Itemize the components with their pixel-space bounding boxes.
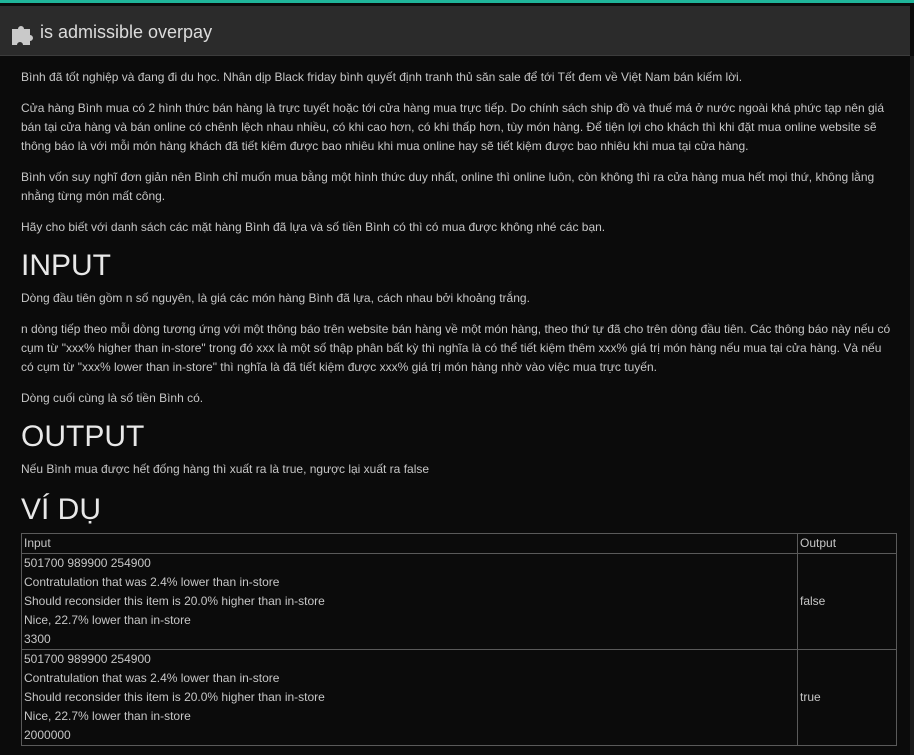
table-row: 501700 989900 254900 Contratulation that… — [21, 649, 897, 746]
input-line: 3300 — [24, 632, 51, 646]
title-bar[interactable]: is admissible overpay — [0, 6, 910, 56]
example-output-cell: false — [797, 553, 897, 650]
column-header-input: Input — [21, 533, 798, 554]
intro-paragraph: Cửa hàng Bình mua có 2 hình thức bán hàn… — [21, 101, 885, 153]
input-line: Should reconsider this item is 20.0% hig… — [24, 594, 325, 608]
app-window: is admissible overpay Bình đã tốt nghiệp… — [0, 0, 914, 755]
input-line: Nice, 22.7% lower than in-store — [24, 709, 191, 723]
input-heading: INPUT — [21, 249, 111, 282]
examples-table: Input Output 501700 989900 254900 Contra… — [21, 533, 897, 746]
table-header-row: Input Output — [21, 533, 897, 554]
intro-paragraph: Bình đã tốt nghiệp và đang đi du học. Nh… — [21, 70, 743, 84]
vertical-scrollbar[interactable] — [910, 56, 914, 755]
intro-paragraph: Bình vốn suy nghĩ đơn giản nên Bình chỉ … — [21, 170, 875, 203]
output-heading: OUTPUT — [21, 420, 145, 453]
input-line: Contratulation that was 2.4% lower than … — [24, 575, 280, 589]
input-paragraph: n dòng tiếp theo mỗi dòng tương ứng với … — [21, 322, 891, 374]
example-output-cell: true — [797, 649, 897, 746]
input-paragraph: Dòng cuối cùng là số tiền Bình có. — [21, 391, 204, 405]
puzzle-piece-icon — [10, 20, 36, 46]
input-line: Should reconsider this item is 20.0% hig… — [24, 690, 325, 704]
input-line: 2000000 — [24, 728, 71, 742]
intro-paragraph: Hãy cho biết với danh sách các mặt hàng … — [21, 220, 606, 234]
window-title: is admissible overpay — [40, 22, 213, 42]
input-line: 501700 989900 254900 — [24, 556, 151, 570]
example-input-cell: 501700 989900 254900 Contratulation that… — [21, 553, 798, 650]
input-line: Contratulation that was 2.4% lower than … — [24, 671, 280, 685]
column-header-output: Output — [797, 533, 897, 554]
input-line: 501700 989900 254900 — [24, 652, 151, 666]
example-heading: VÍ DỤ — [21, 493, 102, 526]
table-row: 501700 989900 254900 Contratulation that… — [21, 553, 897, 650]
input-line: Nice, 22.7% lower than in-store — [24, 613, 191, 627]
problem-statement: Bình đã tốt nghiệp và đang đi du học. Nh… — [21, 68, 897, 746]
output-paragraph: Nếu Bình mua được hết đống hàng thì xuất… — [21, 462, 430, 476]
example-input-cell: 501700 989900 254900 Contratulation that… — [21, 649, 798, 746]
input-paragraph: Dòng đầu tiên gồm n số nguyên, là giá cá… — [21, 291, 530, 305]
